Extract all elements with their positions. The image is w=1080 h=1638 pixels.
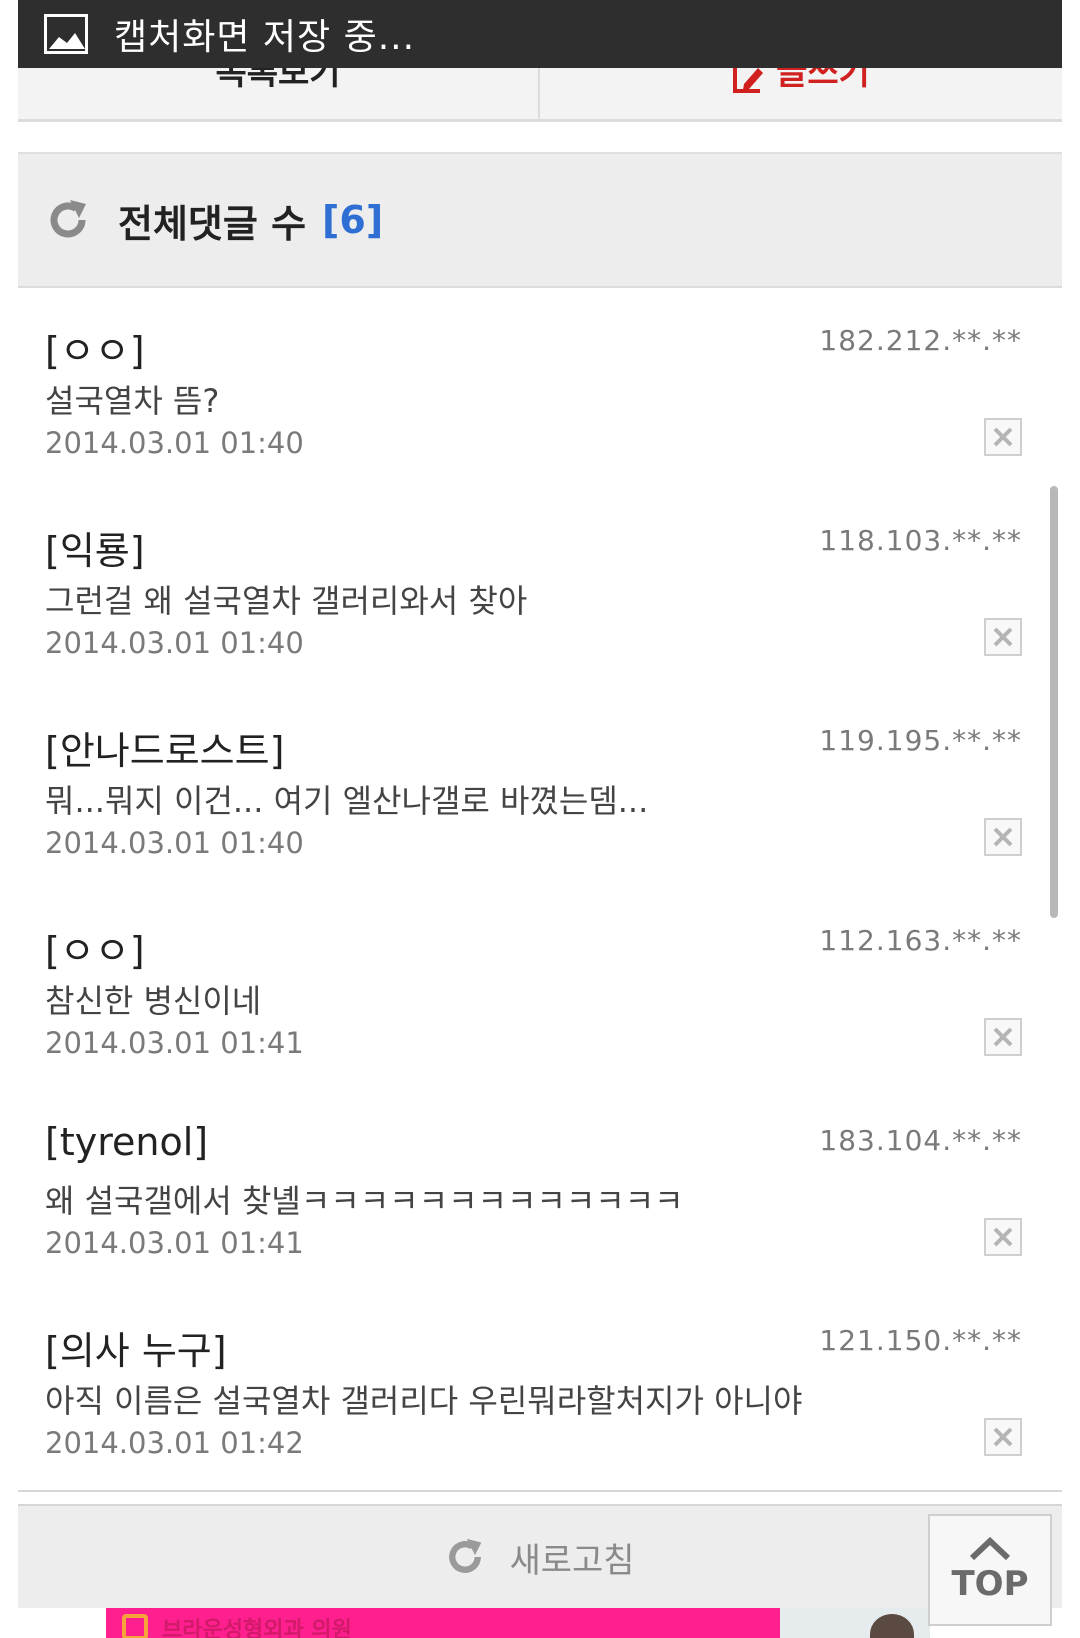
comment-date: 2014.03.01 01:41 — [45, 1026, 304, 1060]
comment-page: 목록보기 글쓰기 전체댓글 수 [6] [ㅇㅇ] 182.212.**.** 설… — [18, 0, 1062, 1638]
comment-item: [익룡] 118.103.**.** 그런걸 왜 설국열차 갤러리와서 찾아 2… — [18, 490, 1062, 692]
delete-comment-button[interactable] — [984, 818, 1022, 856]
comment-author: [ㅇㅇ] — [45, 929, 145, 973]
comment-item: [ㅇㅇ] 112.163.**.** 참신한 병신이네 2014.03.01 0… — [18, 890, 1062, 1092]
delete-comment-button[interactable] — [984, 618, 1022, 656]
delete-comment-button[interactable] — [984, 418, 1022, 456]
comment-date: 2014.03.01 01:40 — [45, 826, 304, 860]
comment-text: 왜 설국갤에서 찾녤ㅋㅋㅋㅋㅋㅋㅋㅋㅋㅋㅋㅋㅋ — [45, 1182, 684, 1220]
comment-ip: 183.104.**.** — [819, 1124, 1022, 1157]
comment-author: [익룡] — [45, 529, 145, 573]
comment-text: 그런걸 왜 설국열차 갤러리와서 찾아 — [45, 582, 528, 620]
scroll-top-label: TOP — [951, 1564, 1029, 1604]
refresh-label: 새로고침 — [509, 1540, 635, 1581]
toast-text: 캡처화면 저장 중... — [114, 17, 416, 58]
close-icon — [993, 1227, 1013, 1247]
chevron-up-icon — [969, 1536, 1011, 1561]
close-icon — [993, 1427, 1013, 1447]
refresh-icon — [449, 1538, 482, 1573]
comment-count-value: [6] — [322, 198, 384, 242]
comment-text: 참신한 병신이네 — [45, 982, 262, 1020]
scrollbar[interactable] — [1050, 486, 1058, 918]
capture-saving-toast: 캡처화면 저장 중... — [18, 0, 1062, 68]
ad-logo — [122, 1614, 148, 1638]
comment-date: 2014.03.01 01:40 — [45, 426, 304, 460]
delete-comment-button[interactable] — [984, 1418, 1022, 1456]
comment-item: [ㅇㅇ] 182.212.**.** 설국열차 뜸? 2014.03.01 01… — [18, 290, 1062, 492]
comment-author: [ㅇㅇ] — [45, 329, 145, 373]
refresh-button[interactable]: 새로고침 — [18, 1504, 1062, 1608]
comment-ip: 112.163.**.** — [819, 924, 1022, 957]
comment-date: 2014.03.01 01:42 — [45, 1426, 304, 1460]
comment-date: 2014.03.01 01:41 — [45, 1226, 304, 1260]
comment-text: 뭐...뭐지 이건... 여기 엘산나갤로 바꼈는뎀... — [45, 782, 649, 820]
ad-person-image — [870, 1614, 914, 1638]
comment-ip: 118.103.**.** — [819, 524, 1022, 557]
close-icon — [993, 627, 1013, 647]
comment-date: 2014.03.01 01:40 — [45, 626, 304, 660]
image-icon — [44, 14, 88, 54]
delete-comment-button[interactable] — [984, 1218, 1022, 1256]
comment-ip: 182.212.**.** — [819, 324, 1022, 357]
comment-author: [안나드로스트] — [45, 729, 285, 773]
comment-text: 아직 이름은 설국열차 갤러리다 우린뭐라할처지가 아니야 — [45, 1382, 803, 1420]
comment-item: [의사 누구] 121.150.**.** 아직 이름은 설국열차 갤러리다 우… — [18, 1290, 1062, 1492]
comment-text: 설국열차 뜸? — [45, 382, 220, 420]
close-icon — [993, 827, 1013, 847]
comment-author: [tyrenol] — [45, 1120, 209, 1164]
ad-photo[interactable] — [780, 1608, 930, 1638]
comment-ip: 119.195.**.** — [819, 724, 1022, 757]
close-icon — [993, 427, 1013, 447]
close-icon — [993, 1027, 1013, 1047]
comment-count-label: 전체댓글 수 — [118, 201, 307, 246]
comment-item: [안나드로스트] 119.195.**.** 뭐...뭐지 이건... 여기 엘… — [18, 690, 1062, 892]
comment-item: [tyrenol] 183.104.**.** 왜 설국갤에서 찾녤ㅋㅋㅋㅋㅋㅋ… — [18, 1090, 1062, 1292]
scroll-top-button[interactable]: TOP — [928, 1514, 1052, 1626]
ad-text: 브라운성형외과 의원 — [162, 1618, 352, 1638]
delete-comment-button[interactable] — [984, 1018, 1022, 1056]
comment-count-header: 전체댓글 수 [6] — [18, 152, 1062, 288]
comment-ip: 121.150.**.** — [819, 1324, 1022, 1357]
comment-author: [의사 누구] — [45, 1329, 227, 1373]
ad-banner[interactable]: 브라운성형외과 의원 — [106, 1608, 780, 1638]
refresh-icon[interactable] — [46, 198, 90, 242]
